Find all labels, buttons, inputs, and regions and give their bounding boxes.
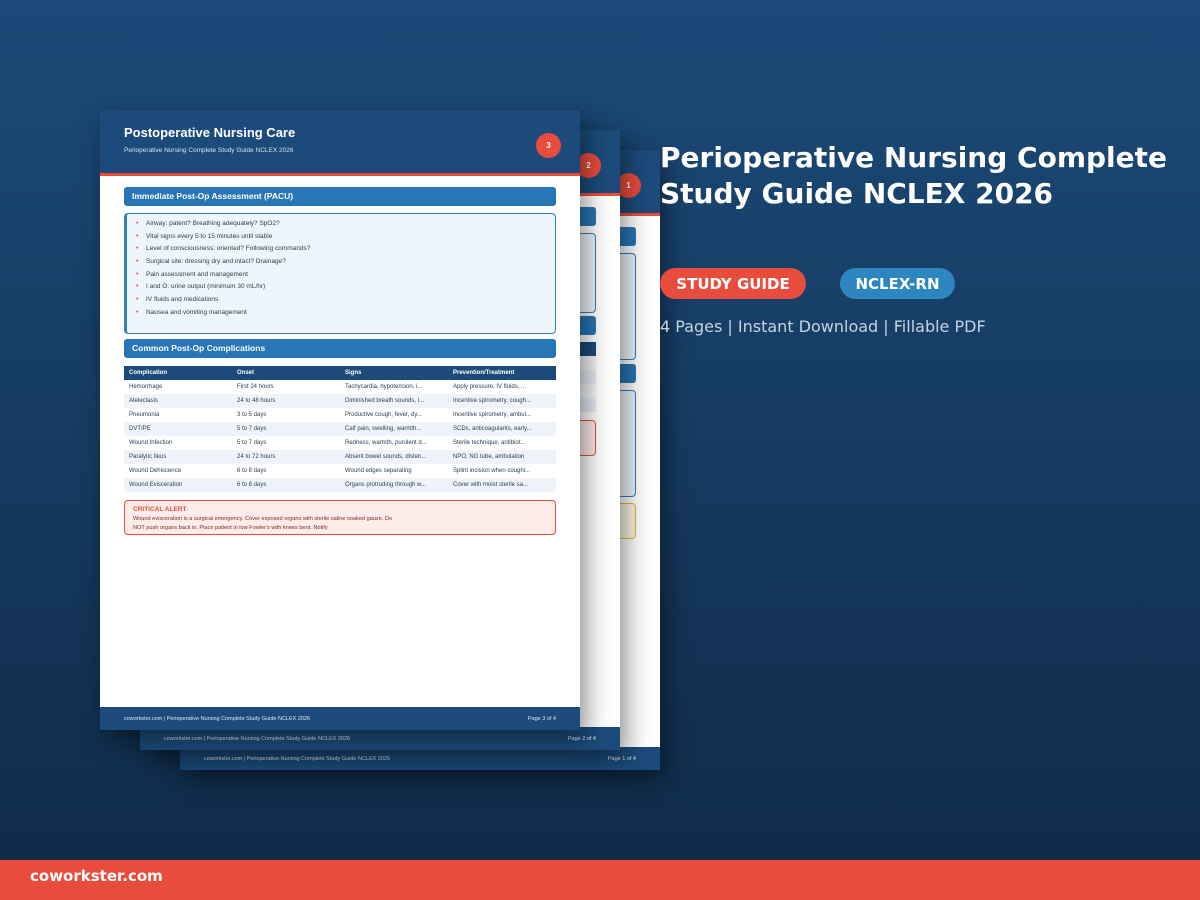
table-cell: SCDs, anticoagulants, early...: [448, 422, 556, 436]
table-cell: Cover with moist sterile sa...: [448, 478, 556, 492]
table-row: Wound Evisceration 6 to 8 days Organs pr…: [124, 478, 556, 492]
table-row: Wound Dehiscence 6 to 8 days Wound edges…: [124, 464, 556, 478]
table-cell: First 24 hours: [232, 380, 340, 394]
list-item: I and O: urine output (minimum 30 mL/hr): [135, 281, 555, 294]
footer-text: coworkster.com | Perioperative Nursing C…: [124, 715, 311, 722]
table-cell: Incentive spirometry, ambul...: [448, 408, 556, 422]
section-heading-complications: Common Post-Op Complications: [124, 339, 556, 358]
table-cell: 24 to 48 hours: [232, 394, 340, 408]
brand-name: coworkster.com: [30, 867, 163, 885]
page-footer: coworkster.com | Perioperative Nursing C…: [140, 727, 620, 750]
column-header: Signs: [340, 366, 448, 380]
list-item: IV fluids and medications: [135, 294, 555, 307]
table-row: Wound Infection 5 to 7 days Redness, war…: [124, 436, 556, 450]
column-header: Complication: [124, 366, 232, 380]
list-item: Vital signs every 5 to 15 minutes until …: [135, 231, 555, 244]
page-footer: coworkster.com | Perioperative Nursing C…: [180, 747, 660, 770]
table-cell: Redness, warmth, purulent d...: [340, 436, 448, 450]
page-number-badge: 3: [536, 133, 561, 158]
list-item: Surgical site: dressing dry and intact? …: [135, 256, 555, 269]
table-cell: 5 to 7 days: [232, 422, 340, 436]
footer-text: coworkster.com | Perioperative Nursing C…: [204, 755, 391, 762]
critical-alert-box: CRITICAL ALERT Wound evisceration is a s…: [124, 500, 556, 535]
page-title: Postoperative Nursing Care: [124, 125, 296, 140]
table-cell: 6 to 8 days: [232, 478, 340, 492]
footer-text: coworkster.com | Perioperative Nursing C…: [164, 735, 351, 742]
footer-page: Page 1 of 4: [607, 755, 636, 762]
table-cell: DVT/PE: [124, 422, 232, 436]
table-cell: 5 to 7 days: [232, 436, 340, 450]
table-cell: Productive cough, fever, dy...: [340, 408, 448, 422]
page-preview-3: Postoperative Nursing Care Perioperative…: [100, 110, 580, 730]
list-item: Level of consciousness: oriented? Follow…: [135, 243, 555, 256]
table-cell: Diminished breath sounds, l...: [340, 394, 448, 408]
table-cell: Calf pain, swelling, warmth...: [340, 422, 448, 436]
alert-text: Wound evisceration is a surgical emergen…: [133, 516, 393, 531]
alert-title: CRITICAL ALERT: [133, 506, 187, 513]
table-row: Atelectasis 24 to 48 hours Diminished br…: [124, 394, 556, 408]
table-cell: NPO, NG tube, ambulation: [448, 450, 556, 464]
table-row: Pneumonia 3 to 5 days Productive cough, …: [124, 408, 556, 422]
table-cell: Atelectasis: [124, 394, 232, 408]
brand-footer-bar: coworkster.com: [0, 860, 1200, 900]
nclex-rn-badge: NCLEX-RN: [840, 268, 955, 299]
table-cell: Organs protruding through w...: [340, 478, 448, 492]
list-item: Pain assessment and management: [135, 269, 555, 282]
table-row: Paralytic Ileus 24 to 72 hours Absent bo…: [124, 450, 556, 464]
table-cell: 6 to 8 days: [232, 464, 340, 478]
product-title: Perioperative Nursing Complete Study Gui…: [660, 141, 1167, 210]
column-header: Prevention/Treatment: [448, 366, 556, 380]
product-meta: 4 Pages | Instant Download | Fillable PD…: [660, 317, 986, 336]
table-cell: Apply pressure, IV fluids, ...: [448, 380, 556, 394]
table-cell: Pneumonia: [124, 408, 232, 422]
table-cell: Wound edges separating: [340, 464, 448, 478]
table-cell: Hemorrhage: [124, 380, 232, 394]
section-heading-assessment: Immediate Post-Op Assessment (PACU): [124, 187, 556, 206]
assessment-checklist: Airway: patent? Breathing adequately? Sp…: [124, 213, 556, 334]
table-header-row: Complication Onset Signs Prevention/Trea…: [124, 366, 556, 380]
column-header: Onset: [232, 366, 340, 380]
page-subtitle: Perioperative Nursing Complete Study Gui…: [124, 147, 294, 154]
table-cell: Splint incision when coughi...: [448, 464, 556, 478]
table-cell: Tachycardia, hypotension, i...: [340, 380, 448, 394]
table-cell: Wound Dehiscence: [124, 464, 232, 478]
list-item: Airway: patent? Breathing adequately? Sp…: [135, 218, 555, 231]
complications-table: Complication Onset Signs Prevention/Trea…: [124, 366, 556, 492]
table-cell: 24 to 72 hours: [232, 450, 340, 464]
table-row: Hemorrhage First 24 hours Tachycardia, h…: [124, 380, 556, 394]
table-cell: Absent bowel sounds, disten...: [340, 450, 448, 464]
page-footer: coworkster.com | Perioperative Nursing C…: [100, 707, 580, 730]
list-item: Nausea and vomiting management: [135, 307, 555, 320]
footer-page: Page 3 of 4: [527, 715, 556, 722]
table-cell: Sterile technique, antibiot...: [448, 436, 556, 450]
table-row: DVT/PE 5 to 7 days Calf pain, swelling, …: [124, 422, 556, 436]
table-cell: Paralytic Ileus: [124, 450, 232, 464]
study-guide-badge: STUDY GUIDE: [660, 268, 806, 299]
table-cell: 3 to 5 days: [232, 408, 340, 422]
table-cell: Wound Evisceration: [124, 478, 232, 492]
footer-page: Page 2 of 4: [567, 735, 596, 742]
page-header: Postoperative Nursing Care Perioperative…: [100, 110, 580, 176]
table-cell: Wound Infection: [124, 436, 232, 450]
table-cell: Incentive spirometry, cough...: [448, 394, 556, 408]
